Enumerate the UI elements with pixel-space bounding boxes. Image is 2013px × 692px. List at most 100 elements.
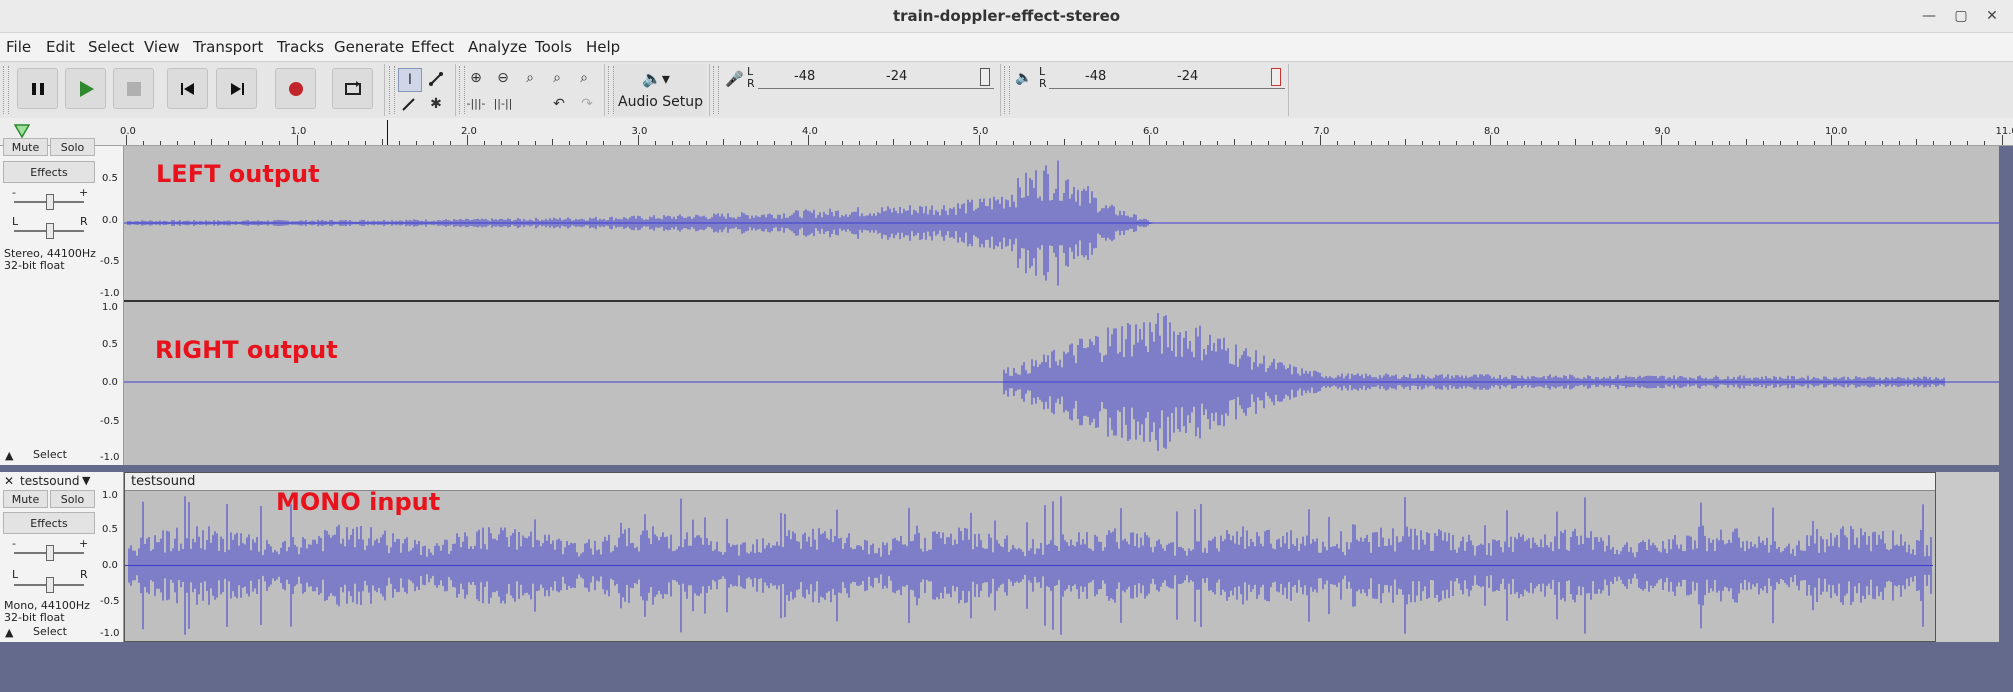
- toolbar-grip[interactable]: [1004, 66, 1010, 114]
- channel-divider: [124, 300, 1999, 302]
- ruler-tick: [671, 141, 673, 145]
- menu-tracks[interactable]: Tracks: [277, 38, 324, 56]
- multi-tool-button[interactable]: ✱: [425, 93, 447, 115]
- track-menu-icon[interactable]: ▼: [82, 474, 90, 487]
- maximize-icon[interactable]: ▢: [1952, 7, 1970, 25]
- ruler-tick: [160, 141, 162, 145]
- menu-file[interactable]: File: [6, 38, 31, 56]
- track-name-button[interactable]: testsound: [20, 474, 79, 488]
- record-icon: [288, 81, 303, 96]
- pan-slider[interactable]: [14, 223, 84, 239]
- pause-button[interactable]: [17, 68, 58, 109]
- menu-tools[interactable]: Tools: [535, 38, 572, 56]
- redo-button[interactable]: ↷: [576, 93, 598, 115]
- window-title: train-doppler-effect-stereo: [892, 7, 1121, 25]
- fit-selection-button[interactable]: ⌕: [519, 67, 541, 89]
- loop-button[interactable]: [332, 68, 373, 109]
- toolbar-grip[interactable]: [713, 66, 719, 114]
- playhead-marker[interactable]: [387, 120, 388, 145]
- ruler-tick: [790, 141, 792, 145]
- gain-slider[interactable]: [14, 194, 84, 210]
- microphone-icon[interactable]: 🎤: [725, 70, 744, 88]
- ruler-tick: [1029, 141, 1031, 145]
- stereo-waveform[interactable]: [124, 146, 1999, 465]
- collapse-track-icon[interactable]: ▲: [5, 449, 13, 462]
- ruler-tick: [1149, 135, 1150, 145]
- zoom-toggle-button[interactable]: ⌕: [573, 67, 595, 89]
- zoom-in-icon: ⊕: [470, 70, 482, 86]
- skip-to-end-button[interactable]: [216, 68, 257, 109]
- ruler-tick: [688, 141, 690, 145]
- draw-tool-button[interactable]: [398, 93, 420, 115]
- ruler-tick: [364, 141, 366, 145]
- undo-button[interactable]: ↶: [548, 93, 570, 115]
- timeline-options-icon[interactable]: [13, 123, 31, 139]
- record-meter-tick: -48: [794, 69, 816, 84]
- fit-project-icon: ⌕: [553, 70, 561, 86]
- minimize-icon[interactable]: —: [1920, 7, 1938, 25]
- effects-button[interactable]: Effects: [3, 512, 95, 534]
- speaker-meter-icon[interactable]: 🔈: [1015, 70, 1032, 86]
- solo-button[interactable]: Solo: [50, 490, 95, 508]
- mute-button[interactable]: Mute: [3, 490, 48, 508]
- menu-generate[interactable]: Generate: [334, 38, 404, 56]
- silence-button[interactable]: ||-||: [492, 92, 514, 114]
- record-button[interactable]: [275, 68, 316, 109]
- gain-slider[interactable]: [14, 545, 84, 561]
- skip-to-start-button[interactable]: [167, 68, 208, 109]
- y-axis-label: -1.0: [100, 288, 120, 299]
- close-track-icon[interactable]: ✕: [4, 474, 14, 488]
- pan-slider[interactable]: [14, 577, 84, 593]
- left-output-annotation: LEFT output: [156, 160, 320, 188]
- ruler-label: 0.0: [120, 126, 136, 137]
- timeline-ruler[interactable]: 0.0 1.0 2.0 3.0 4.0 5.0 6.0 7.0 8.0 9.0 10.0 11.0: [0, 118, 2013, 146]
- menu-view[interactable]: View: [144, 38, 180, 56]
- mute-button[interactable]: Mute: [3, 138, 48, 156]
- menu-effect[interactable]: Effect: [411, 38, 454, 56]
- ruler-tick: [773, 141, 775, 145]
- solo-button[interactable]: Solo: [50, 138, 95, 156]
- menu-edit[interactable]: Edit: [46, 38, 75, 56]
- select-track-button[interactable]: Select: [20, 446, 80, 464]
- gain-slider-thumb[interactable]: [46, 545, 54, 561]
- pan-slider-thumb[interactable]: [46, 577, 54, 593]
- menu-analyze[interactable]: Analyze: [468, 38, 527, 56]
- meter-channel-r: R: [1039, 77, 1047, 90]
- playback-meter[interactable]: -48 -24: [1049, 66, 1285, 89]
- collapse-track-icon[interactable]: ▲: [5, 626, 13, 639]
- trim-button[interactable]: -|||-: [465, 92, 487, 114]
- ruler-tick: [1455, 141, 1457, 145]
- menu-transport[interactable]: Transport: [193, 38, 263, 56]
- close-icon[interactable]: ✕: [1983, 7, 2001, 25]
- zoom-in-button[interactable]: ⊕: [465, 67, 487, 89]
- play-button[interactable]: [65, 68, 106, 109]
- gain-slider-thumb[interactable]: [46, 194, 54, 210]
- select-track-button[interactable]: Select: [20, 623, 80, 641]
- toolbar-grip[interactable]: [389, 66, 395, 114]
- fit-project-button[interactable]: ⌕: [546, 67, 568, 89]
- selection-tool-button[interactable]: I: [398, 68, 422, 92]
- y-axis-label: 0.0: [102, 377, 118, 388]
- ruler-tick: [893, 139, 895, 145]
- menu-help[interactable]: Help: [586, 38, 620, 56]
- pan-slider-thumb[interactable]: [46, 223, 54, 239]
- ruler-tick: [347, 141, 349, 145]
- ruler-tick: [1813, 141, 1815, 145]
- ruler-tick: [262, 141, 264, 145]
- toolbar-grip[interactable]: [3, 66, 9, 114]
- ruler-tick: [1796, 141, 1798, 145]
- audio-setup-button[interactable]: 🔈▾ Audio Setup: [614, 64, 706, 116]
- stop-button[interactable]: [113, 68, 154, 109]
- ruler-tick: [1063, 139, 1065, 145]
- ruler-tick: [739, 141, 741, 145]
- envelope-tool-button[interactable]: [425, 68, 447, 90]
- playback-meter-slider[interactable]: [1271, 68, 1281, 86]
- audio-setup-label: Audio Setup: [618, 94, 703, 110]
- record-meter-slider[interactable]: [980, 68, 990, 86]
- menu-select[interactable]: Select: [88, 38, 134, 56]
- toolbar-separator: [709, 64, 710, 116]
- ruler-tick: [1183, 141, 1185, 145]
- effects-button[interactable]: Effects: [3, 161, 95, 183]
- zoom-out-button[interactable]: ⊖: [492, 67, 514, 89]
- record-meter[interactable]: -48 -24: [758, 66, 994, 89]
